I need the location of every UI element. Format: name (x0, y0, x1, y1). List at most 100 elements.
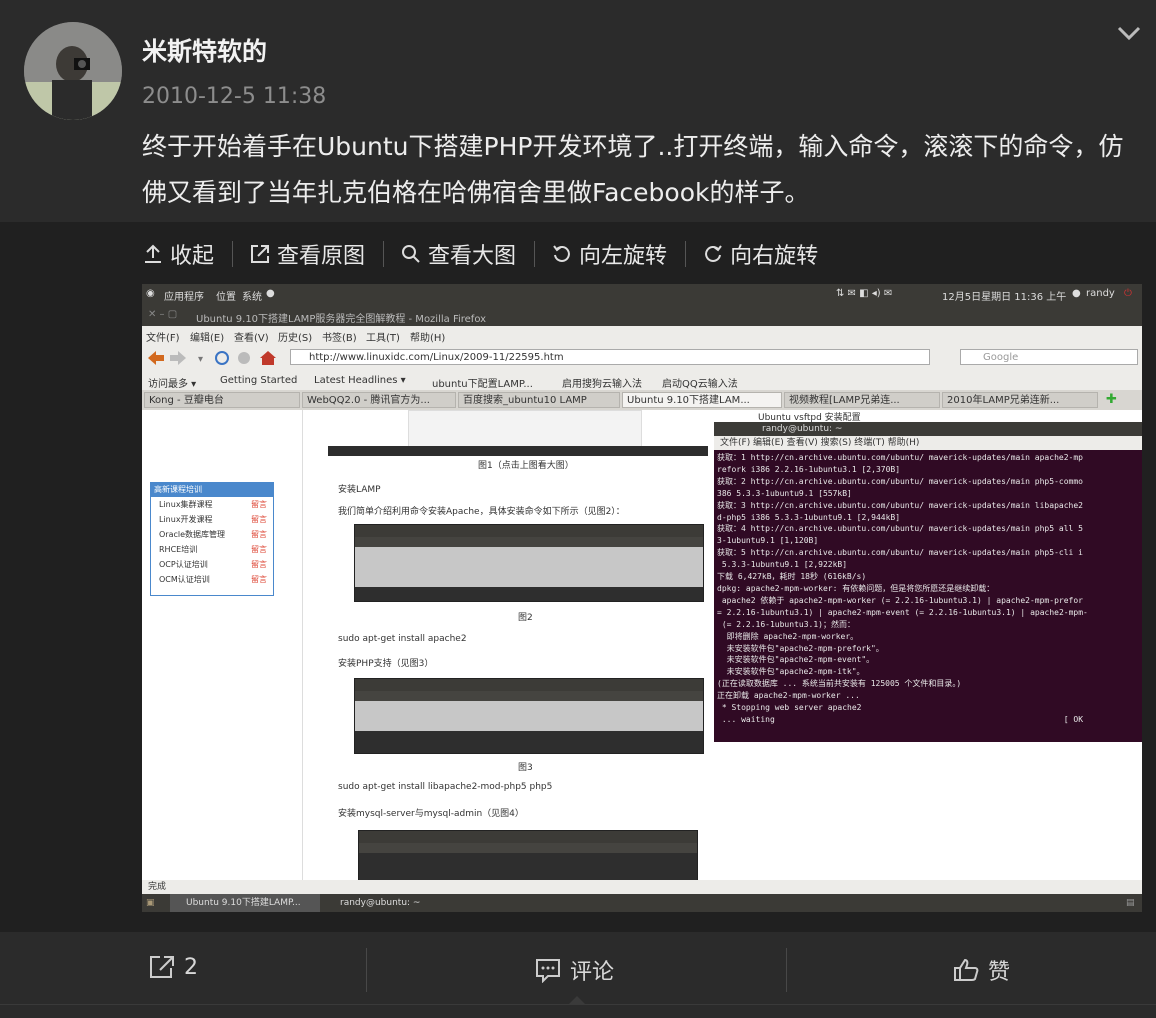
terminal-line: ... waiting [ OK (717, 714, 1084, 724)
search-icon (402, 245, 420, 263)
sidebox-row[interactable]: Linux集群课程 留言 (151, 497, 273, 512)
terminal-line: refork i386 2.2.16-1ubuntu3.1 [2,370B] (717, 464, 901, 474)
command-php: sudo apt-get install libapache2-mod-php5… (338, 782, 553, 792)
rotate-left-icon (553, 245, 570, 262)
bookmark-item[interactable]: 启用搜狗云输入法 (562, 375, 642, 390)
like-label: 赞 (988, 960, 1011, 985)
repost-button[interactable]: 2 (148, 954, 198, 980)
terminal-line: * Stopping web server apache2 (717, 703, 862, 713)
fig1-caption: 图1（点击上图看大图） (478, 461, 574, 471)
media-panel: 收起 查看原图 查看大图 向左旋转 向右旋转 ◉ 应用程序 位置 系统 ● ⇅ … (0, 222, 1156, 932)
command-apache: sudo apt-get install apache2 (338, 634, 467, 644)
terminal-line: 未安装软件包"apache2-mpm-prefork"。 (717, 643, 884, 653)
view-large-label: 查看大图 (428, 244, 517, 269)
show-desktop-icon[interactable]: ▣ (146, 894, 155, 912)
terminal-line: 获取：1 http://cn.archive.ubuntu.com/ubuntu… (717, 453, 1083, 462)
terminal-line: 未安装软件包"apache2-mpm-event"。 (717, 655, 875, 665)
terminal-line: 5.3.3-1ubuntu9.1 [2,922kB] (717, 560, 848, 570)
terminal-line: 386 5.3.3-1ubuntu9.1 [557kB] (717, 488, 852, 498)
view-original-button[interactable]: 查看原图 (249, 238, 377, 270)
page-left-column: 高新课程培训 Linux集群课程 留言 Linux开发课程 留言 Oracle数据库… (142, 410, 303, 880)
chevron-down-icon[interactable] (1116, 24, 1142, 42)
terminal-line: (= 2.2.16-1ubuntu3.1)；然而： (717, 619, 855, 629)
sidebox-row[interactable]: Oracle数据库管理 留言 (151, 527, 273, 542)
intro-text: 我们简单介绍利用命令安装Apache，具体安装命令如下所示（见图2）： (338, 507, 625, 517)
terminal-window[interactable]: randy@ubuntu: ~ 文件(F) 编辑(E) 查看(V) 搜索(S) … (714, 422, 1142, 742)
sidebox-row[interactable]: OCM认证培训 留言 (151, 572, 273, 587)
tab-strip: Kong - 豆瓣电台 WebQQ2.0 - 腾讯官方为... 百度搜索_ubu… (142, 390, 1142, 410)
fig3-caption: 图3 (518, 763, 533, 773)
bookmark-item[interactable]: 访问最多 ▾ (148, 375, 196, 390)
menu-bookmarks: 书签(B) (322, 333, 357, 344)
sidebox-title: 高新课程培训 (151, 483, 273, 497)
web-page: 高新课程培训 Linux集群课程 留言 Linux开发课程 留言 Oracle数据库… (142, 410, 1142, 882)
author-name[interactable]: 米斯特软的 (142, 32, 267, 68)
repost-count: 2 (184, 954, 198, 980)
gnome-menu-apps: 应用程序 (164, 292, 204, 303)
menu-history: 历史(S) (278, 333, 313, 344)
media-toolbar: 收起 查看原图 查看大图 向左旋转 向右旋转 (142, 234, 830, 274)
firefox-menubar: 文件(F) 编辑(E) 查看(V) 历史(S) 书签(B) 工具(T) 帮助(H… (142, 326, 1142, 344)
rotate-left-button[interactable]: 向左旋转 (551, 238, 679, 270)
taskbar-item-firefox[interactable]: Ubuntu 9.10下搭建LAMP... (170, 894, 320, 912)
divider (366, 948, 367, 992)
window-controls-icon: ✕ – ▢ (148, 309, 178, 320)
bookmark-item[interactable]: ubuntu下配置LAMP... (432, 375, 533, 390)
url-input[interactable]: http://www.linuxidc.com/Linux/2009-11/22… (290, 349, 930, 365)
browser-tab[interactable]: 视频教程[LAMP兄弟连... (784, 392, 940, 408)
comment-button[interactable]: 评论 (534, 954, 614, 986)
bookmark-item[interactable]: 启动QQ云输入法 (662, 375, 738, 390)
rotate-left-label: 向左旋转 (579, 244, 668, 269)
browser-tab[interactable]: 2010年LAMP兄弟连新... (942, 392, 1098, 408)
like-button[interactable]: 赞 (952, 954, 1010, 986)
bookmark-item[interactable]: Getting Started (220, 375, 297, 386)
fig2-caption: 图2 (518, 613, 533, 623)
post-footer: 2 评论 赞 (0, 932, 1156, 1018)
terminal-line: (正在读取数据库 ... 系统当前共安装有 125005 个文件和目录。) (717, 679, 962, 689)
sidebox-row[interactable]: Linux开发课程 留言 (151, 512, 273, 527)
terminal-line: d-php5 i386 5.3.3-1ubuntu9.1 [2,944kB] (717, 512, 901, 522)
gnome-menu-places: 位置 (216, 292, 236, 303)
rotate-right-button[interactable]: 向右旋转 (702, 238, 830, 270)
gnome-user: randy (1086, 288, 1115, 299)
firefox-navbar: ▾ http://www.linuxidc.com/Linux/2009-11/… (142, 344, 1142, 373)
new-tab-icon[interactable]: ✚ (1106, 392, 1117, 407)
figure-2-terminal (354, 524, 704, 602)
terminal-line: 获取：3 http://cn.archive.ubuntu.com/ubuntu… (717, 500, 1083, 510)
figure-4-terminal (358, 830, 698, 882)
comment-pointer (568, 996, 586, 1005)
gnome-menu-system: 系统 (242, 292, 262, 303)
terminal-line: 即将删除 apache2-mpm-worker。 (717, 631, 859, 641)
gnome-top-panel: ◉ 应用程序 位置 系统 ● ⇅ ✉ ◧ ◂) ✉ 12月5日星期日 11:36… (142, 284, 1142, 306)
trash-icon[interactable]: ▤ (1126, 894, 1135, 912)
sidebox-row[interactable]: OCP认证培训 留言 (151, 557, 273, 572)
course-sidebox: 高新课程培训 Linux集群课程 留言 Linux开发课程 留言 Oracle数据库… (150, 482, 274, 596)
attached-screenshot[interactable]: ◉ 应用程序 位置 系统 ● ⇅ ✉ ◧ ◂) ✉ 12月5日星期日 11:36… (142, 284, 1142, 912)
browser-tab[interactable]: WebQQ2.0 - 腾讯官方为... (302, 392, 456, 408)
terminal-line: 下载 6,427kB，耗时 18秒 (616kB/s) (717, 572, 867, 582)
sidebox-row[interactable]: RHCE培训 留言 (151, 542, 273, 557)
bookmark-item[interactable]: Latest Headlines ▾ (314, 375, 406, 386)
firefox-icon: ● (266, 288, 275, 299)
web-search-input[interactable]: Google (960, 349, 1138, 365)
post-time[interactable]: 2010-12-5 11:38 (142, 84, 326, 109)
view-large-button[interactable]: 查看大图 (400, 238, 528, 270)
avatar[interactable] (24, 22, 122, 120)
terminal-line: = 2.2.16-1ubuntu3.1) | apache2-mpm-event… (717, 607, 1088, 617)
divider (786, 948, 787, 992)
gnome-bottom-panel: ▣ Ubuntu 9.10下搭建LAMP... randy@ubuntu: ~ … (142, 894, 1142, 912)
bookmarks-toolbar: 访问最多 ▾ Getting Started Latest Headlines … (142, 372, 1142, 390)
browser-tab[interactable]: Kong - 豆瓣电台 (144, 392, 300, 408)
browser-tab-active[interactable]: Ubuntu 9.10下搭建LAM... (622, 392, 782, 408)
browser-tab[interactable]: 百度搜索_ubuntu10 LAMP (458, 392, 620, 408)
figure-1-image[interactable] (408, 410, 642, 448)
svg-text:▾: ▾ (198, 354, 203, 365)
nav-buttons-icon: ▾ (148, 351, 276, 365)
taskbar-item-terminal[interactable]: randy@ubuntu: ~ (324, 894, 444, 912)
collapse-button[interactable]: 收起 (142, 238, 226, 270)
menu-help: 帮助(H) (410, 333, 446, 344)
comment-label: 评论 (570, 960, 615, 985)
terminal-line: apache2 依赖于 apache2-mpm-worker (= 2.2.16… (717, 595, 1083, 605)
heading-install-mysql: 安装mysql-server与mysql-admin（见图4） (338, 809, 524, 819)
firefox-status-bar: 完成 (142, 880, 1142, 894)
